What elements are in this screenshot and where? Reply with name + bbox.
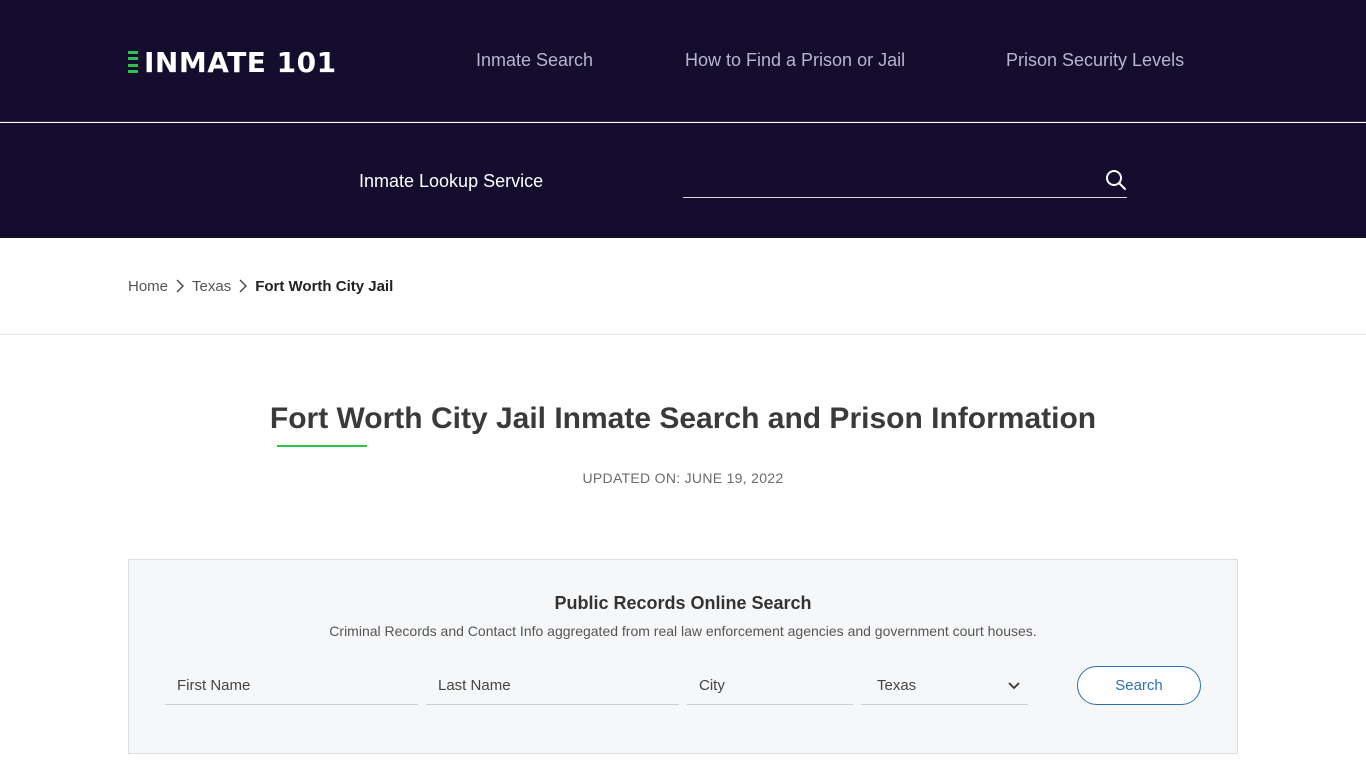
- city-input[interactable]: [687, 667, 853, 705]
- chevron-right-icon: [239, 279, 248, 293]
- lookup-label: Inmate Lookup Service: [359, 171, 544, 191]
- chevron-right-icon: [176, 279, 185, 293]
- section-divider: [0, 334, 1366, 335]
- lookup-band: Inmate Lookup Service: [0, 123, 1366, 238]
- lookup-search-button[interactable]: [1102, 167, 1130, 195]
- chevron-down-icon: [1008, 681, 1020, 689]
- records-subtitle: Criminal Records and Contact Info aggreg…: [329, 623, 1037, 639]
- last-name-input[interactable]: [426, 667, 679, 705]
- public-records-search: Public Records Online Search Criminal Re…: [128, 559, 1238, 754]
- breadcrumb: Home Texas Fort Worth City Jail: [128, 276, 393, 296]
- nav-security-levels[interactable]: Prison Security Levels: [1006, 50, 1184, 71]
- breadcrumb-current: Fort Worth City Jail: [255, 277, 394, 295]
- nav-inmate-search[interactable]: Inmate Search: [476, 50, 593, 71]
- nav-find-prison[interactable]: How to Find a Prison or Jail: [685, 50, 905, 71]
- title-underline: [277, 445, 367, 447]
- search-icon: [1106, 169, 1126, 190]
- updated-date: UPDATED ON: JUNE 19, 2022: [582, 470, 784, 486]
- first-name-input[interactable]: [165, 667, 418, 705]
- records-title: Public Records Online Search: [554, 593, 812, 613]
- state-select[interactable]: Texas: [861, 667, 1028, 705]
- state-selected-value: Texas: [877, 677, 917, 694]
- lookup-input[interactable]: [683, 163, 1127, 198]
- page-title: Fort Worth City Jail Inmate Search and P…: [269, 402, 1097, 435]
- breadcrumb-home[interactable]: Home: [128, 278, 168, 295]
- breadcrumb-texas[interactable]: Texas: [192, 278, 231, 295]
- main-nav: Inmate Search How to Find a Prison or Ja…: [0, 50, 1366, 72]
- site-header: INMATE 101 Inmate Search How to Find a P…: [0, 0, 1366, 122]
- records-search-button[interactable]: Search: [1077, 666, 1201, 705]
